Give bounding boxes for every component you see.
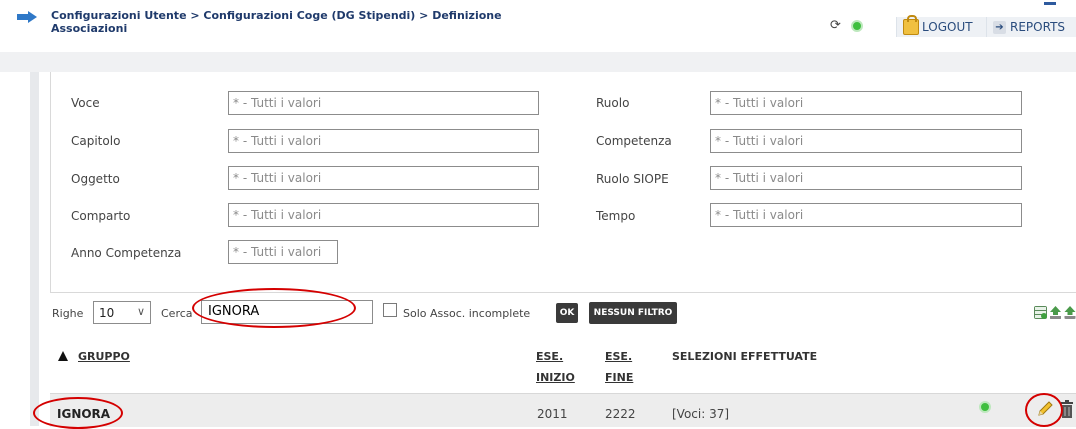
comparto-label: Comparto	[71, 209, 131, 223]
reports-label: REPORTS	[1010, 20, 1066, 34]
ruolo-siope-filter-input[interactable]: * - Tutti i valori	[710, 166, 1022, 190]
refresh-icon[interactable]: ⟳	[830, 18, 841, 33]
solo-incomplete-label: Solo Assoc. incomplete	[403, 307, 531, 320]
ruolo-siope-label: Ruolo SIOPE	[596, 172, 669, 186]
capitolo-filter-input[interactable]: * - Tutti i valori	[228, 129, 539, 153]
column-header-gruppo[interactable]: GRUPPO	[78, 346, 130, 367]
voce-label: Voce	[71, 96, 100, 110]
tempo-filter-input[interactable]: * - Tutti i valori	[710, 203, 1022, 227]
comparto-filter-input[interactable]: * - Tutti i valori	[228, 203, 539, 227]
status-dot-icon	[979, 401, 991, 413]
anno-competenza-label: Anno Competenza	[71, 246, 182, 260]
competenza-label: Competenza	[596, 134, 672, 148]
solo-incomplete-checkbox[interactable]	[383, 303, 397, 317]
annotation-circle-row	[33, 397, 123, 429]
export-icon[interactable]	[1049, 306, 1062, 319]
tempo-label: Tempo	[596, 209, 636, 223]
header-accent-bar	[1044, 2, 1056, 5]
ruolo-label: Ruolo	[596, 96, 630, 110]
page-header: Configurazioni Utente > Configurazioni C…	[0, 0, 1076, 46]
righe-label: Righe	[52, 307, 84, 320]
status-dot-icon	[851, 20, 863, 32]
export-icon[interactable]	[1064, 306, 1076, 319]
competenza-filter-input[interactable]: * - Tutti i valori	[710, 129, 1022, 153]
ok-button[interactable]: OK	[556, 303, 578, 323]
column-header-selezioni: SELEZIONI EFFETTUATE	[672, 350, 818, 363]
anno-competenza-filter-input[interactable]: * - Tutti i valori	[228, 240, 338, 264]
separator-band	[0, 52, 1076, 72]
cell-ese-fine: 2222	[605, 407, 636, 421]
column-header-ese-fine[interactable]: ESE.	[605, 346, 632, 367]
sort-ascending-icon[interactable]	[58, 351, 68, 361]
annotation-circle-edit	[1025, 393, 1063, 427]
oggetto-filter-input[interactable]: * - Tutti i valori	[228, 166, 539, 190]
capitolo-label: Capitolo	[71, 134, 121, 148]
left-gutter	[30, 72, 39, 426]
arrow-right-icon	[17, 11, 37, 23]
cell-selezioni: [Voci: 37]	[672, 407, 730, 421]
cerca-label: Cerca	[161, 307, 193, 320]
column-header-ese-fine-2[interactable]: FINE	[605, 367, 633, 388]
logout-button[interactable]: LOGOUT	[896, 15, 987, 37]
reports-button[interactable]: ➔ REPORTS	[986, 17, 1076, 37]
column-header-ese-inizio-2[interactable]: INIZIO	[536, 367, 575, 388]
ruolo-filter-input[interactable]: * - Tutti i valori	[710, 91, 1022, 115]
export-icon[interactable]	[1034, 306, 1047, 319]
breadcrumb: Configurazioni Utente > Configurazioni C…	[51, 9, 502, 35]
annotation-circle-search	[192, 288, 356, 328]
cell-ese-inizio: 2011	[537, 407, 568, 421]
voce-filter-input[interactable]: * - Tutti i valori	[228, 91, 539, 115]
column-header-ese-inizio[interactable]: ESE.	[536, 346, 563, 367]
logout-label: LOGOUT	[922, 20, 973, 34]
lock-icon	[903, 15, 919, 35]
rows-per-page-select[interactable]: 10 ∨	[93, 301, 151, 324]
nessun-filtro-button[interactable]: NESSUN FILTRO	[589, 302, 677, 324]
reports-arrow-icon: ➔	[993, 20, 1006, 34]
oggetto-label: Oggetto	[71, 172, 120, 186]
chevron-down-icon: ∨	[136, 305, 145, 318]
rows-per-page-value: 10	[99, 306, 115, 320]
